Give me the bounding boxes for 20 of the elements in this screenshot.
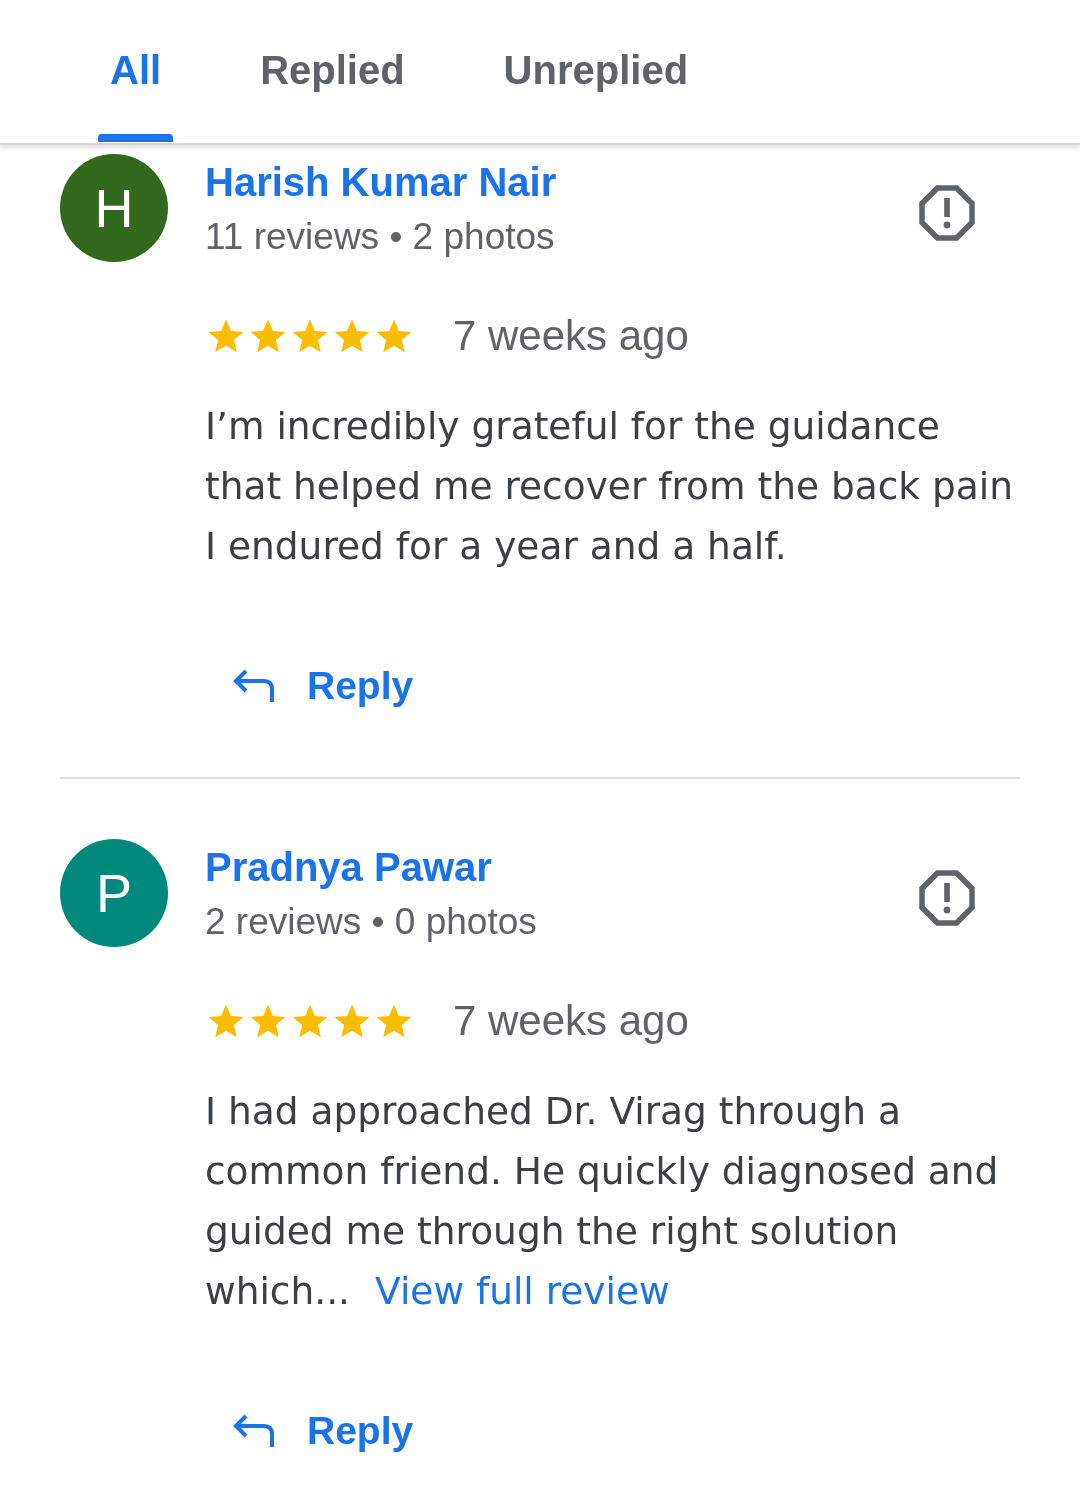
reviewer-stats: 11 reviews • 2 photos bbox=[205, 215, 555, 259]
review-text: I’m incredibly grateful for the guidance that helped me recover from the back pain I endured for a year and a half. bbox=[205, 403, 1014, 570]
report-icon[interactable] bbox=[919, 185, 975, 241]
reviewer-name[interactable]: Harish Kumar Nair bbox=[205, 159, 557, 205]
reply-arrow-icon bbox=[233, 669, 276, 703]
tab[interactable]: Replied bbox=[248, 0, 417, 143]
avatar: P bbox=[60, 839, 168, 947]
view-full-review-link[interactable]: View full review bbox=[375, 1269, 670, 1313]
review-time: 7 weeks ago bbox=[453, 311, 689, 361]
reply-button[interactable]: Reply bbox=[219, 656, 428, 716]
report-icon[interactable] bbox=[919, 870, 975, 926]
reply-button[interactable]: Reply bbox=[219, 1401, 428, 1461]
tab[interactable]: Unreplied bbox=[491, 0, 701, 143]
reply-arrow-icon bbox=[233, 1414, 276, 1448]
review-time: 7 weeks ago bbox=[453, 996, 689, 1046]
reviewer-name[interactable]: Pradnya Pawar bbox=[205, 844, 492, 890]
tab[interactable]: All bbox=[98, 0, 174, 143]
reviewer-stats: 2 reviews • 0 photos bbox=[205, 900, 537, 944]
avatar: H bbox=[60, 154, 168, 262]
review-text: I had approached Dr. Virag through a common friend. He quickly diagnosed and guided me through the right solution which... View full review bbox=[205, 1088, 1000, 1315]
